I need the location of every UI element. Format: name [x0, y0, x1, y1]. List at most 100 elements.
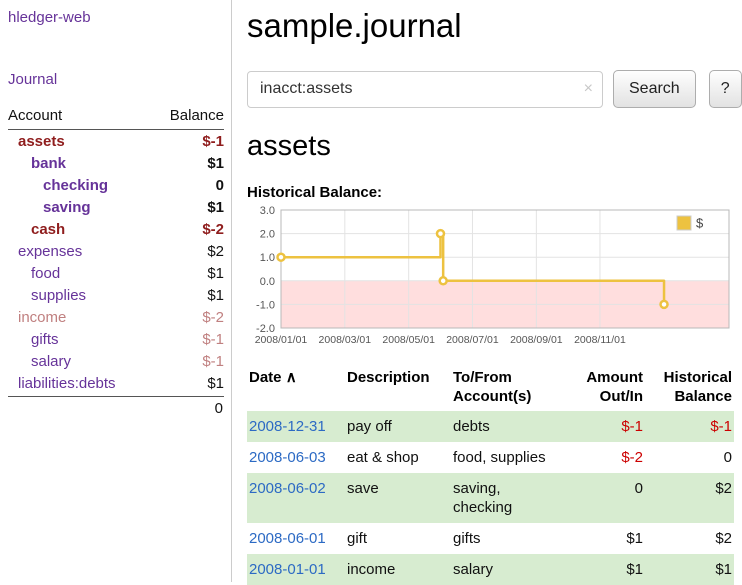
- transaction-description: pay off: [345, 411, 451, 442]
- column-header-amount-line1: Amount: [586, 369, 643, 386]
- account-row: saving $1: [8, 196, 224, 218]
- column-header-balance-line2: Balance: [674, 388, 732, 405]
- transaction-description: income: [345, 554, 451, 585]
- account-balance: $1: [207, 199, 224, 216]
- account-link[interactable]: cash: [8, 221, 65, 238]
- accounts-header-balance: Balance: [170, 107, 224, 124]
- column-header-accounts-line1: To/From: [453, 369, 512, 386]
- transaction-accounts: gifts: [451, 523, 563, 554]
- register-row: 2008-12-31pay offdebts$-1$-1: [247, 411, 734, 442]
- historical-balance-chart: 3.02.01.00.0-1.0-2.02008/01/012008/03/01…: [247, 204, 734, 354]
- account-row: supplies $1: [8, 284, 224, 306]
- account-row: bank$1: [8, 152, 224, 174]
- register-row: 2008-06-02savesaving, checking0$2: [247, 473, 734, 523]
- app-title-link[interactable]: hledger-web: [8, 9, 91, 26]
- transaction-date-cell: 2008-01-01: [247, 554, 345, 585]
- transaction-accounts: debts: [451, 411, 563, 442]
- transaction-date-link[interactable]: 2008-06-01: [249, 530, 326, 547]
- transaction-accounts: food, supplies: [451, 442, 563, 473]
- svg-text:0.0: 0.0: [260, 276, 275, 288]
- transaction-date-link[interactable]: 2008-06-02: [249, 480, 326, 497]
- column-header-balance: Historical Balance: [645, 364, 734, 411]
- register-table: Date ∧ Description To/From Account(s) Amo…: [247, 364, 734, 585]
- transaction-date-cell: 2008-12-31: [247, 411, 345, 442]
- column-header-date-label: Date: [249, 369, 282, 386]
- account-balance: $-1: [202, 133, 224, 150]
- search-input[interactable]: [247, 71, 603, 108]
- transaction-balance: 0: [645, 442, 734, 473]
- chart-title: Historical Balance:: [247, 184, 742, 201]
- account-balance: 0: [216, 177, 224, 194]
- legend-swatch: [677, 216, 691, 230]
- svg-text:2008/07/01: 2008/07/01: [446, 334, 499, 346]
- transaction-balance: $2: [645, 523, 734, 554]
- account-link[interactable]: bank: [8, 155, 66, 172]
- transaction-balance: $2: [645, 473, 734, 523]
- account-row: assets $-1: [8, 130, 224, 152]
- account-balance: $1: [207, 375, 224, 392]
- account-row: cash $-2: [8, 218, 224, 240]
- svg-text:2008/11/01: 2008/11/01: [574, 334, 626, 346]
- transaction-date-link[interactable]: 2008-12-31: [249, 418, 326, 435]
- column-header-accounts: To/From Account(s): [451, 364, 563, 411]
- search-box: ×: [247, 71, 603, 108]
- register-header-row: Date ∧ Description To/From Account(s) Amo…: [247, 364, 734, 411]
- sidebar-journal-link[interactable]: Journal: [8, 71, 224, 88]
- column-header-date[interactable]: Date ∧: [247, 364, 345, 411]
- svg-text:2008/05/01: 2008/05/01: [382, 334, 435, 346]
- accounts-total: 0: [8, 396, 224, 417]
- transaction-date-cell: 2008-06-03: [247, 442, 345, 473]
- account-row: liabilities:debts $1: [8, 372, 224, 394]
- account-row: expenses $2: [8, 240, 224, 262]
- legend-label: $: [696, 216, 704, 231]
- account-balance: $-2: [202, 221, 224, 238]
- svg-text:3.0: 3.0: [260, 205, 275, 217]
- svg-text:2008/09/01: 2008/09/01: [510, 334, 563, 346]
- account-link[interactable]: supplies: [8, 287, 86, 304]
- transaction-balance: $-1: [645, 411, 734, 442]
- column-header-description: Description: [345, 364, 451, 411]
- accounts-panel: Account Balance assets$-1bank$1checking0…: [8, 105, 224, 417]
- account-link[interactable]: food: [8, 265, 60, 282]
- account-title: assets: [247, 130, 742, 163]
- account-balance: $-2: [202, 309, 224, 326]
- transaction-description: gift: [345, 523, 451, 554]
- account-balance: $2: [207, 243, 224, 260]
- transaction-description: eat & shop: [345, 442, 451, 473]
- column-header-amount: Amount Out/In: [563, 364, 645, 411]
- column-header-amount-line2: Out/In: [600, 388, 643, 405]
- transaction-date-cell: 2008-06-01: [247, 523, 345, 554]
- transaction-accounts: salary: [451, 554, 563, 585]
- transaction-date-cell: 2008-06-02: [247, 473, 345, 523]
- register-row: 2008-01-01incomesalary$1$1: [247, 554, 734, 585]
- column-header-balance-line1: Historical: [664, 369, 732, 386]
- account-row: food$1: [8, 262, 224, 284]
- transaction-accounts: saving, checking: [451, 473, 563, 523]
- column-header-accounts-line2: Account(s): [453, 388, 531, 405]
- account-link[interactable]: checking: [8, 177, 108, 194]
- account-link[interactable]: gifts: [8, 331, 59, 348]
- account-balance: $-1: [202, 331, 224, 348]
- svg-text:1.0: 1.0: [260, 252, 275, 264]
- transaction-date-link[interactable]: 2008-06-03: [249, 449, 326, 466]
- account-link[interactable]: assets: [8, 133, 65, 150]
- page-title: sample.journal: [247, 7, 742, 45]
- search-button[interactable]: Search: [613, 70, 696, 108]
- account-row: gifts $-1: [8, 328, 224, 350]
- transaction-amount: $-1: [563, 411, 645, 442]
- app-window: hledger-web Journal Account Balance asse…: [0, 0, 742, 582]
- account-balance: $1: [207, 287, 224, 304]
- clear-search-icon[interactable]: ×: [584, 79, 593, 99]
- account-link[interactable]: salary: [8, 353, 71, 370]
- account-link[interactable]: expenses: [8, 243, 82, 260]
- accounts-header-account: Account: [8, 107, 62, 124]
- transaction-description: save: [345, 473, 451, 523]
- account-link[interactable]: income: [8, 309, 66, 326]
- svg-text:2008/01/01: 2008/01/01: [255, 334, 308, 346]
- transaction-balance: $1: [645, 554, 734, 585]
- account-link[interactable]: liabilities:debts: [8, 375, 116, 392]
- help-button[interactable]: ?: [709, 70, 742, 108]
- account-link[interactable]: saving: [8, 199, 91, 216]
- transaction-date-link[interactable]: 2008-01-01: [249, 561, 326, 578]
- column-header-description-label: Description: [347, 369, 430, 386]
